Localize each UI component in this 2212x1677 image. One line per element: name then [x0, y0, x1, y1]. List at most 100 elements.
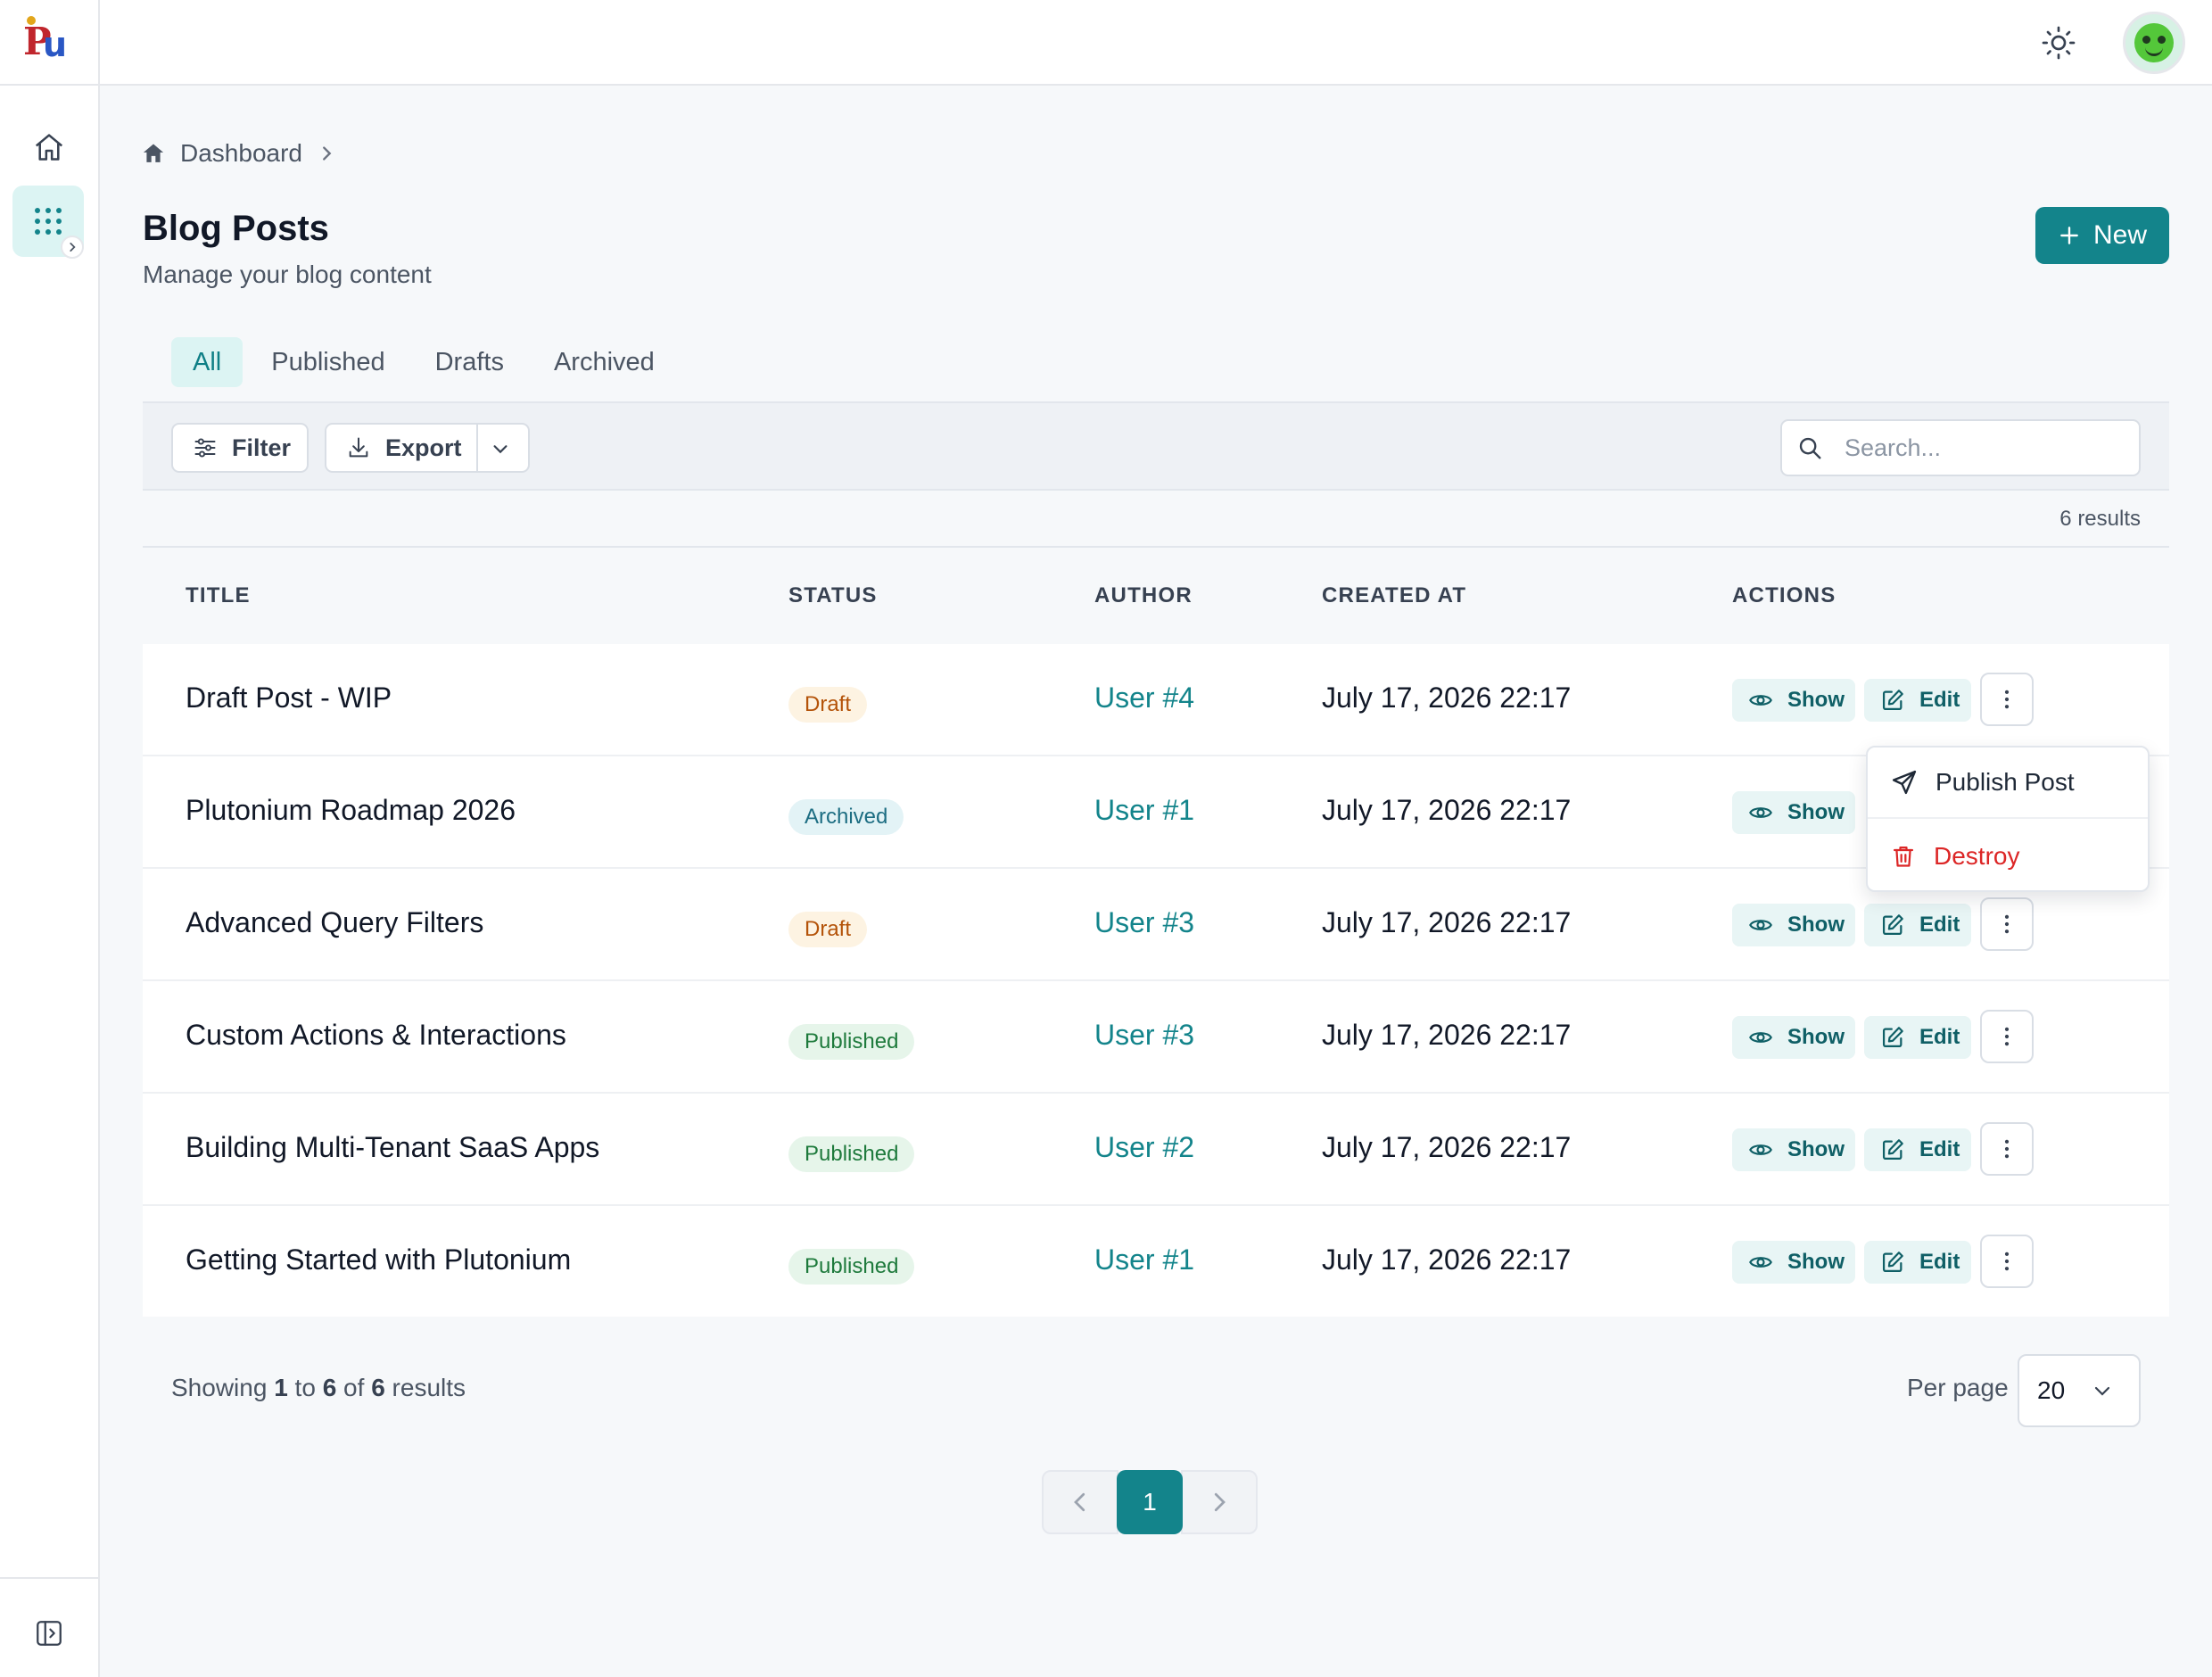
column-header-title[interactable]: TITLE — [186, 583, 251, 608]
edit-label: Edit — [1919, 1250, 1960, 1274]
more-actions-button[interactable] — [1980, 1122, 2034, 1176]
posts-table: Draft Post - WIP Draft User #4 July 17, … — [143, 644, 2169, 1317]
tab-archived[interactable]: Archived — [532, 337, 676, 387]
filter-button[interactable]: Filter — [171, 423, 309, 473]
breadcrumb-dashboard-link[interactable]: Dashboard — [180, 139, 302, 168]
status-badge: Published — [788, 1024, 915, 1060]
show-button[interactable]: Show — [1732, 679, 1855, 722]
results-divider — [143, 546, 2169, 548]
search-box[interactable] — [1780, 419, 2141, 476]
show-label: Show — [1787, 1137, 1845, 1161]
chevron-down-icon — [493, 445, 508, 454]
sidebar-expand-button[interactable] — [61, 235, 84, 259]
publish-post-menu-item[interactable]: Publish Post — [1868, 748, 2148, 819]
app-logo[interactable]: P u — [23, 16, 71, 64]
pagination: 1 — [1042, 1470, 1270, 1534]
search-input[interactable] — [1845, 434, 2112, 462]
author-link[interactable]: User #3 — [1094, 1019, 1194, 1052]
summary-prefix: Showing — [171, 1374, 268, 1401]
send-icon — [1892, 770, 1917, 795]
edit-icon — [1882, 690, 1903, 711]
more-actions-button[interactable] — [1980, 1010, 2034, 1063]
author-link[interactable]: User #3 — [1094, 906, 1194, 939]
export-button[interactable]: Export — [325, 423, 530, 473]
new-button-label: New — [2092, 220, 2147, 250]
sidebar — [0, 86, 100, 1677]
author-link[interactable]: User #1 — [1094, 1243, 1194, 1276]
column-header-author[interactable]: AUTHOR — [1094, 583, 1193, 608]
show-label: Show — [1787, 913, 1845, 937]
summary-of-word: of — [343, 1374, 365, 1401]
chevron-right-icon — [1214, 1492, 1226, 1512]
table-row: Getting Started with Plutonium Published… — [143, 1206, 2169, 1318]
author-link[interactable]: User #4 — [1094, 682, 1194, 715]
next-page-button[interactable] — [1181, 1470, 1258, 1534]
trash-icon — [1893, 846, 1914, 867]
column-header-actions: ACTIONS — [1732, 583, 1836, 607]
search-icon — [1799, 437, 1821, 459]
edit-button[interactable]: Edit — [1864, 1241, 1971, 1284]
edit-button[interactable]: Edit — [1864, 679, 1971, 722]
cell-title: Getting Started with Plutonium — [186, 1243, 572, 1276]
author-link[interactable]: User #1 — [1094, 794, 1194, 827]
eye-icon — [1749, 807, 1772, 818]
per-page-value: 20 — [2037, 1376, 2066, 1404]
status-badge: Draft — [788, 687, 868, 723]
edit-icon — [1882, 1027, 1903, 1048]
edit-label: Edit — [1919, 1025, 1960, 1049]
table-row: Draft Post - WIP Draft User #4 July 17, … — [143, 644, 2169, 756]
show-button[interactable]: Show — [1732, 1128, 1855, 1171]
summary-to-word: to — [294, 1374, 316, 1401]
show-button[interactable]: Show — [1732, 904, 1855, 946]
column-header-created-at[interactable]: CREATED AT — [1322, 583, 1466, 608]
more-vertical-icon — [2004, 914, 2010, 934]
tab-all[interactable]: All — [171, 337, 243, 387]
column-header-status[interactable]: STATUS — [788, 583, 878, 608]
edit-button[interactable]: Edit — [1864, 904, 1971, 946]
show-label: Show — [1787, 1025, 1845, 1049]
chevron-left-icon — [1074, 1492, 1085, 1512]
previous-page-button[interactable] — [1042, 1470, 1118, 1534]
tab-drafts[interactable]: Drafts — [414, 337, 525, 387]
cell-created-at: July 17, 2026 22:17 — [1322, 906, 1572, 938]
destroy-label: Destroy — [1934, 842, 2020, 870]
plus-icon — [2060, 227, 2078, 244]
theme-toggle-button[interactable] — [2034, 18, 2084, 68]
page-number-current[interactable]: 1 — [1117, 1470, 1183, 1534]
show-label: Show — [1787, 688, 1845, 712]
show-label: Show — [1787, 800, 1845, 824]
page-title: Blog Posts — [143, 209, 329, 248]
more-actions-button[interactable] — [1980, 1235, 2034, 1288]
per-page-select[interactable]: 20 — [2018, 1354, 2141, 1427]
summary-from: 1 — [274, 1374, 288, 1401]
new-post-button[interactable]: New — [2035, 207, 2169, 264]
edit-button[interactable]: Edit — [1864, 1128, 1971, 1171]
tab-published[interactable]: Published — [250, 337, 406, 387]
eye-icon — [1749, 695, 1772, 706]
more-actions-button[interactable] — [1980, 673, 2034, 726]
sun-icon — [2042, 26, 2076, 60]
edit-button[interactable]: Edit — [1864, 1016, 1971, 1059]
per-page-label: Per page — [1907, 1374, 2009, 1401]
panel-toggle-icon — [37, 1621, 62, 1646]
sidebar-collapse-button[interactable] — [27, 1611, 71, 1656]
breadcrumb: Dashboard — [141, 136, 336, 171]
edit-label: Edit — [1919, 688, 1960, 712]
show-button[interactable]: Show — [1732, 791, 1855, 834]
show-button[interactable]: Show — [1732, 1241, 1855, 1284]
sidebar-item-home[interactable] — [25, 123, 73, 171]
status-badge: Published — [788, 1249, 915, 1285]
sidebar-divider — [0, 1577, 98, 1579]
show-button[interactable]: Show — [1732, 1016, 1855, 1059]
eye-icon — [1749, 920, 1772, 930]
destroy-menu-item[interactable]: Destroy — [1868, 821, 2148, 892]
export-label: Export — [385, 434, 462, 461]
top-bar: P u — [0, 0, 2212, 86]
more-actions-button[interactable] — [1980, 897, 2034, 951]
status-badge: Draft — [788, 912, 868, 947]
author-link[interactable]: User #2 — [1094, 1131, 1194, 1164]
cell-title: Custom Actions & Interactions — [186, 1019, 566, 1051]
filter-label: Filter — [232, 434, 292, 461]
user-avatar[interactable] — [2123, 12, 2185, 74]
export-options-toggle[interactable] — [487, 437, 514, 460]
